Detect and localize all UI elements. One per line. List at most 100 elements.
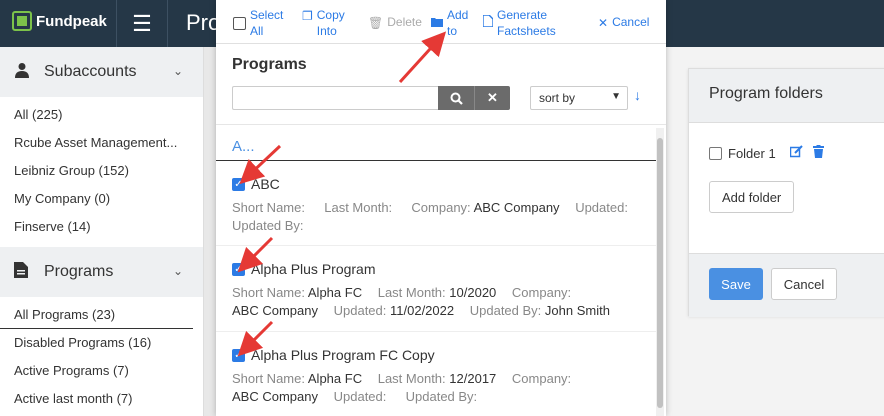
group-divider: [216, 160, 656, 161]
chevron-down-icon[interactable]: ⌄: [173, 64, 183, 78]
last-month-label: Last Month:: [377, 285, 446, 300]
cancel-toolbar-button[interactable]: ✕ Cancel: [598, 14, 649, 31]
select-all-checkbox[interactable]: [233, 17, 246, 30]
folders-footer: Save Cancel: [689, 253, 884, 317]
programs-modal: Select All ❐ Copy Into 🗑︎ Delete Add to …: [216, 0, 666, 416]
program-meta: Short Name: Alpha FC Last Month: 12/2017…: [232, 370, 652, 406]
folder-label: Folder 1: [728, 145, 776, 161]
sidebar-item-active-last-month[interactable]: Active last month (7): [0, 385, 203, 413]
short-name-value: Alpha FC: [307, 285, 363, 300]
folder-icon: [431, 15, 443, 31]
company-label: Company:: [511, 371, 572, 386]
program-title[interactable]: ✓ ABC: [232, 176, 280, 192]
generate-factsheets-label: Generate Factsheets: [497, 8, 556, 38]
copy-icon: ❐: [302, 9, 313, 23]
program-folders-panel: Program folders Folder 1 Add folder Save…: [688, 68, 884, 317]
logo-text: Fundpeak: [36, 12, 107, 30]
sort-select-value: sort by: [539, 91, 576, 105]
last-month-label: Last Month:: [377, 371, 446, 386]
cancel-button[interactable]: Cancel: [771, 268, 837, 300]
logo-icon: [12, 11, 32, 31]
sidebar-item-rcube[interactable]: Rcube Asset Management...: [0, 129, 203, 157]
logo[interactable]: Fundpeak: [12, 11, 107, 31]
subaccounts-list: All (225) Rcube Asset Management... Leib…: [0, 97, 203, 247]
short-name-label: Short Name:: [232, 285, 305, 300]
delete-button[interactable]: 🗑︎ Delete: [368, 14, 422, 31]
document-icon: [14, 261, 32, 283]
program-checkbox[interactable]: ✓: [232, 348, 245, 362]
last-month-value: 10/2020: [449, 285, 497, 300]
last-month-label: Last Month:: [324, 200, 393, 215]
short-name-label: Short Name:: [232, 371, 305, 386]
file-icon: [482, 14, 494, 31]
close-icon: ✕: [598, 16, 609, 30]
program-row: ✓ ABC Short Name: Last Month: Company: A…: [216, 162, 656, 246]
clear-search-icon[interactable]: ✕: [474, 86, 510, 110]
program-checkbox[interactable]: ✓: [232, 262, 245, 276]
subaccounts-title: Subaccounts: [44, 63, 137, 80]
sidebar-scrollbar[interactable]: [204, 47, 216, 416]
search-input[interactable]: [232, 86, 438, 110]
company-value: ABC Company: [232, 303, 318, 318]
program-name: Alpha Plus Program FC Copy: [251, 347, 435, 363]
menu-icon[interactable]: ☰: [116, 0, 168, 47]
edit-icon[interactable]: [789, 145, 803, 161]
user-icon: [14, 62, 32, 83]
program-checkbox[interactable]: ✓: [232, 177, 245, 191]
trash-icon[interactable]: [812, 145, 824, 161]
subaccounts-header[interactable]: Subaccounts ⌄: [0, 47, 203, 97]
programs-list: All Programs (23) Disabled Programs (16)…: [0, 297, 203, 416]
chevron-down-icon: ▼: [611, 91, 621, 102]
program-name: ABC: [251, 176, 280, 192]
sidebar-item-my-company[interactable]: My Company (0): [0, 185, 203, 213]
copy-into-label: Copy Into: [316, 8, 345, 38]
folder-checkbox[interactable]: [709, 146, 722, 160]
generate-factsheets-button[interactable]: Generate Factsheets: [482, 7, 567, 39]
scrollbar-thumb[interactable]: [657, 138, 663, 408]
programs-scrollbar[interactable]: [656, 128, 664, 416]
group-header[interactable]: A...: [232, 138, 255, 155]
chevron-down-icon[interactable]: ⌄: [173, 264, 183, 278]
search-icon[interactable]: [438, 86, 474, 110]
updated-by-value: John Smith: [544, 303, 610, 318]
program-meta: Short Name: Alpha FC Last Month: 10/2020…: [232, 284, 652, 320]
updated-by-label: Updated By:: [232, 218, 304, 233]
company-value: ABC Company: [232, 389, 318, 404]
save-button[interactable]: Save: [709, 268, 763, 300]
updated-by-label: Updated By:: [469, 303, 542, 318]
add-to-label: Add to: [447, 8, 469, 38]
programs-header[interactable]: Programs ⌄: [0, 247, 203, 297]
company-label: Company:: [411, 200, 471, 215]
short-name-label: Short Name:: [232, 200, 305, 215]
trash-icon: 🗑︎: [368, 16, 384, 30]
programs-title: Programs: [44, 263, 114, 280]
add-to-button[interactable]: Add to: [431, 7, 475, 39]
toolbar: Select All ❐ Copy Into 🗑︎ Delete Add to …: [216, 0, 666, 44]
select-all-button[interactable]: Select All: [233, 7, 288, 39]
program-title[interactable]: ✓ Alpha Plus Program: [232, 261, 376, 277]
short-name-value: Alpha FC: [307, 371, 363, 386]
sidebar-item-active-programs[interactable]: Active Programs (7): [0, 357, 203, 385]
company-label: Company:: [511, 285, 572, 300]
company-value: ABC Company: [473, 200, 560, 215]
updated-label: Updated:: [333, 303, 387, 318]
folder-row: Folder 1: [709, 145, 824, 161]
add-folder-button[interactable]: Add folder: [709, 181, 795, 213]
sort-direction-icon[interactable]: ↓: [634, 87, 641, 103]
sidebar-item-all-programs[interactable]: All Programs (23): [0, 301, 193, 329]
program-meta: Short Name: Last Month: Company: ABC Com…: [232, 199, 652, 235]
delete-label: Delete: [387, 15, 422, 29]
copy-into-button[interactable]: ❐ Copy Into: [302, 7, 351, 39]
sidebar-item-finserve[interactable]: Finserve (14): [0, 213, 203, 241]
select-all-label: Select All: [250, 8, 284, 38]
sidebar-item-disabled-programs[interactable]: Disabled Programs (16): [0, 329, 203, 357]
sidebar-item-leibniz[interactable]: Leibniz Group (152): [0, 157, 203, 185]
sidebar-item-all-subaccounts[interactable]: All (225): [0, 101, 203, 129]
last-month-value: 12/2017: [449, 371, 497, 386]
program-title[interactable]: ✓ Alpha Plus Program FC Copy: [232, 347, 435, 363]
program-folders-title: Program folders: [689, 69, 884, 123]
program-row: ✓ Alpha Plus Program Short Name: Alpha F…: [216, 246, 656, 332]
updated-value: 11/02/2022: [390, 303, 455, 318]
sort-select[interactable]: sort by ▼: [530, 86, 628, 110]
updated-by-label: Updated By:: [405, 389, 478, 404]
